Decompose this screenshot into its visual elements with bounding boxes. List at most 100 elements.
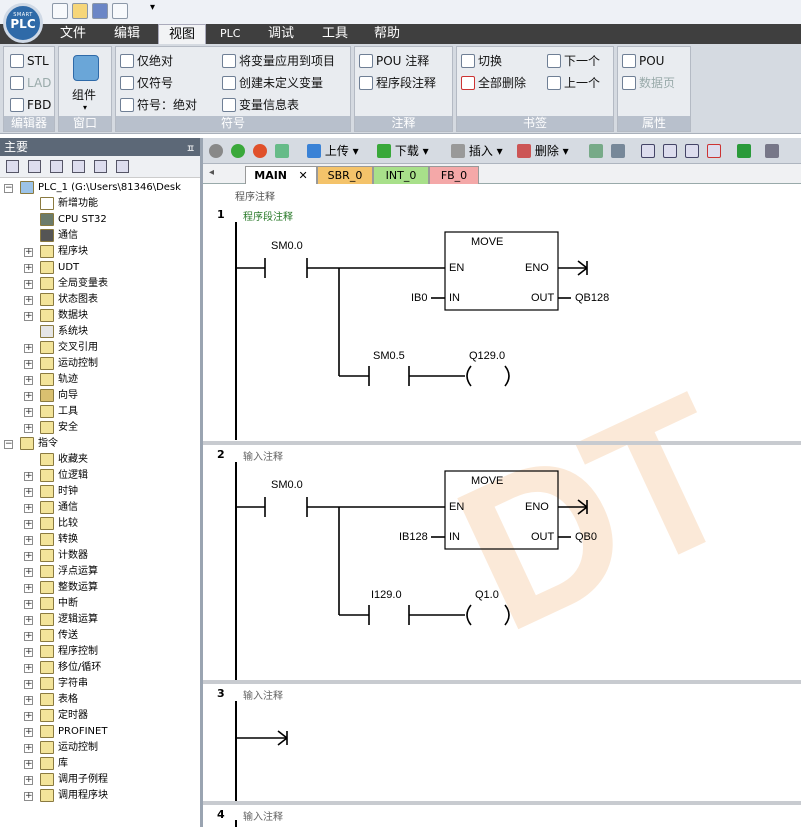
lad-button[interactable]: LAD [10,73,51,93]
toggle-bookmark-button[interactable]: 切换 [461,51,502,71]
tree-node[interactable]: + 逻辑运算 [0,612,200,628]
tree-node[interactable]: + 定时器 [0,708,200,724]
download-button[interactable]: 下载 ▾ [377,142,429,160]
goto-icon[interactable] [737,142,751,160]
component-button[interactable]: 组件 [72,85,96,105]
pou-comment-button[interactable]: POU 注释 [359,51,429,71]
menu-view[interactable]: 视图 [158,24,206,45]
network-comment[interactable]: 输入注释 [243,687,283,702]
tree-tool-icon-3[interactable] [50,160,63,173]
expand-icon[interactable]: + [24,792,33,801]
tree-node[interactable]: + 表格 [0,692,200,708]
tree-node[interactable]: + 通信 [0,500,200,516]
tree-node[interactable]: + UDT [0,260,200,276]
expand-icon[interactable]: + [24,392,33,401]
tree-node[interactable]: + 转换 [0,532,200,548]
network-tool-icon-2[interactable] [611,142,625,160]
expand-icon[interactable]: + [24,568,33,577]
delete-element-icon[interactable] [707,142,721,160]
menu-file[interactable]: 文件 [60,24,86,44]
expand-icon[interactable]: + [24,632,33,641]
coil-icon[interactable] [663,142,677,160]
expand-icon[interactable]: + [24,712,33,721]
expand-icon[interactable]: + [24,744,33,753]
tree-node[interactable]: − PLC_1 (G:\Users\81346\Desk [0,180,200,196]
expand-icon[interactable]: + [24,248,33,257]
menu-debug[interactable]: 调试 [268,24,294,44]
menu-edit[interactable]: 编辑 [114,24,140,44]
tree-tool-icon-6[interactable] [116,160,129,173]
expand-icon[interactable]: + [24,616,33,625]
tree-node[interactable]: + 字符串 [0,676,200,692]
contact-icon[interactable] [641,142,655,160]
tree-node[interactable]: + 程序控制 [0,644,200,660]
contact-address[interactable]: SM0.0 [271,240,303,252]
tree-node[interactable]: + 整数运算 [0,580,200,596]
network-tool-icon-1[interactable] [589,142,603,160]
tree-node[interactable]: + 运动控制 [0,740,200,756]
tree-node[interactable]: + 位逻辑 [0,468,200,484]
tab-sbr-0[interactable]: SBR_0 [317,166,373,184]
new-file-icon[interactable] [52,3,68,19]
in-operand[interactable]: IB0 [411,292,428,304]
expand-icon[interactable]: + [24,664,33,673]
menu-plc[interactable]: PLC [220,24,240,44]
tree-node[interactable]: + 移位/循环 [0,660,200,676]
tree-node[interactable]: + 中断 [0,596,200,612]
coil-address[interactable]: Q129.0 [469,350,505,362]
tree-node[interactable]: + 全局变量表 [0,276,200,292]
delete-all-bookmarks-button[interactable]: 全部删除 [461,73,526,93]
pou-property-button[interactable]: POU [622,51,664,71]
tree-node[interactable]: + 轨迹 [0,372,200,388]
create-undefined-button[interactable]: 创建未定义变量 [222,73,323,93]
tree-node[interactable]: + 状态图表 [0,292,200,308]
check-icon[interactable] [275,142,289,160]
insert-button[interactable]: 插入 ▾ [451,142,503,160]
var-info-table-button[interactable]: 变量信息表 [222,95,299,115]
tree-node[interactable]: + 安全 [0,420,200,436]
expand-icon[interactable]: + [24,584,33,593]
data-page-button[interactable]: 数据页 [622,73,675,93]
tree-node[interactable]: + 运动控制 [0,356,200,372]
contact-address[interactable]: SM0.0 [271,479,303,491]
tree-node[interactable]: + PROFINET [0,724,200,740]
expand-icon[interactable]: + [24,312,33,321]
ladder-editor[interactable]: DT 程序注释 1 程序段注释 SM0.0 MOVE EN ENO IN OUT… [203,184,801,827]
component-icon[interactable] [73,55,99,81]
next-bookmark-button[interactable]: 下一个 [547,51,600,71]
expand-icon[interactable]: + [24,760,33,769]
coil-address[interactable]: Q1.0 [475,589,499,601]
out-operand[interactable]: QB128 [575,292,609,304]
tree-tool-icon-2[interactable] [28,160,41,173]
collapse-icon[interactable]: − [4,184,13,193]
tree-node[interactable]: 收藏夹 [0,452,200,468]
expand-icon[interactable]: + [24,296,33,305]
tree-node[interactable]: 通信 [0,228,200,244]
apply-to-project-button[interactable]: 将变量应用到项目 [222,51,335,71]
tree-node[interactable]: + 向导 [0,388,200,404]
expand-icon[interactable]: + [24,424,33,433]
tab-int-0[interactable]: INT_0 [373,166,429,184]
collapse-icon[interactable]: − [4,440,13,449]
absolute-only-button[interactable]: 仅绝对 [120,51,173,71]
contact-address[interactable]: I129.0 [371,589,402,601]
app-logo[interactable]: SMART PLC [3,3,43,43]
expand-icon[interactable]: + [24,680,33,689]
tree-node[interactable]: 新增功能 [0,196,200,212]
settings-icon[interactable] [765,142,779,160]
tree-node[interactable]: + 库 [0,756,200,772]
expand-icon[interactable]: + [24,696,33,705]
fbd-button[interactable]: FBD [10,95,51,115]
contact-address[interactable]: SM0.5 [373,350,405,362]
expand-icon[interactable]: + [24,408,33,417]
expand-icon[interactable]: + [24,376,33,385]
open-folder-icon[interactable] [72,3,88,19]
stl-button[interactable]: STL [10,51,49,71]
save-icon[interactable] [92,3,108,19]
run-icon[interactable] [231,142,245,160]
expand-icon[interactable]: + [24,728,33,737]
tree-node[interactable]: + 比较 [0,516,200,532]
network-comment[interactable]: 输入注释 [243,808,283,823]
expand-icon[interactable]: + [24,280,33,289]
tree-node[interactable]: + 数据块 [0,308,200,324]
